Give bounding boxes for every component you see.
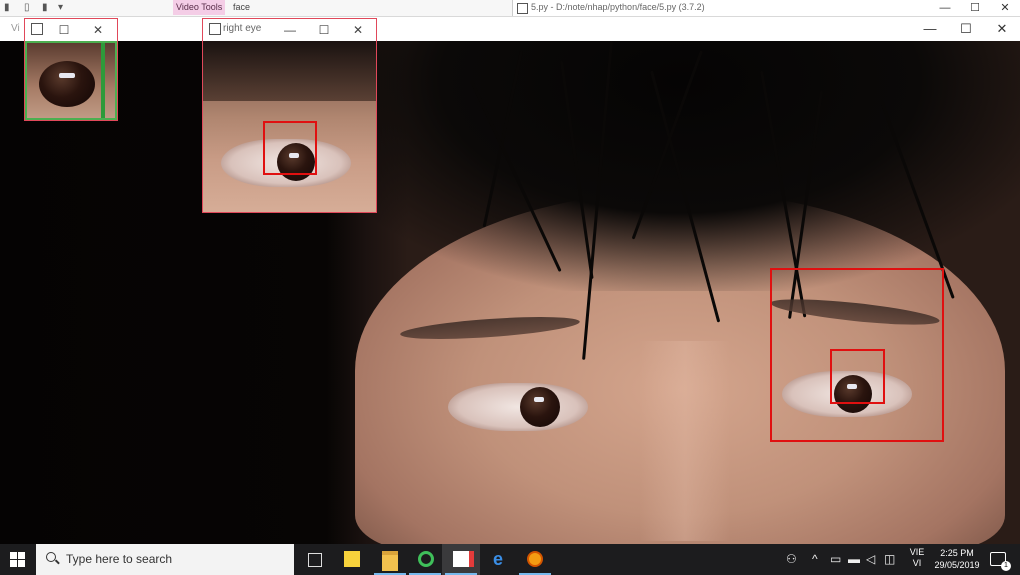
folder-icon[interactable]: ▮ xyxy=(4,2,10,13)
properties-icon[interactable]: ▯ xyxy=(24,2,30,13)
right-eye-window[interactable]: right eye — ☐ ✕ xyxy=(202,18,377,213)
orange-app-icon[interactable] xyxy=(516,544,554,575)
left-eye xyxy=(448,383,588,431)
ribbon-tab-face[interactable]: face xyxy=(233,0,250,15)
eye-glint xyxy=(59,73,75,78)
minimize-button[interactable]: — xyxy=(912,19,948,39)
python-file-icon xyxy=(517,3,528,14)
start-button[interactable] xyxy=(0,544,36,575)
minimize-icon[interactable]: — xyxy=(931,0,959,16)
right-eye-window-title: right eye xyxy=(223,23,262,34)
eye-glint xyxy=(534,397,544,402)
right-eye-image xyxy=(203,41,376,212)
maximize-button[interactable]: ☐ xyxy=(51,21,77,39)
paint-glyph xyxy=(453,551,474,567)
battery-icon[interactable]: ▬ xyxy=(848,552,860,566)
maximize-button[interactable]: ☐ xyxy=(311,21,337,39)
python-idle-window-titlebar[interactable]: 5.py - D:/note/nhap/python/face/5.py (3.… xyxy=(512,0,1020,16)
task-view-icon[interactable] xyxy=(295,544,333,575)
python-window-title: 5.py - D:/note/nhap/python/face/5.py (3.… xyxy=(531,2,705,12)
file-explorer-icon[interactable] xyxy=(371,544,409,575)
edge-icon[interactable]: e xyxy=(479,544,517,575)
input-language-code: VIE xyxy=(909,547,925,557)
green-app-icon[interactable] xyxy=(406,544,444,575)
face-photo xyxy=(0,41,1020,544)
windows-logo-icon-part xyxy=(18,552,25,559)
eyebrow-hair xyxy=(203,41,376,101)
pupil-detection-box xyxy=(263,121,317,175)
left-iris xyxy=(520,387,560,427)
taskbar: Type here to search e ⚇ ^ ▭ ▬ ◁ ◫ VIE VI… xyxy=(0,544,1020,575)
maximize-button[interactable]: ☐ xyxy=(948,19,984,39)
taskbar-search-box[interactable]: Type here to search xyxy=(36,544,294,575)
window-icon xyxy=(31,23,43,35)
maximize-icon[interactable]: ☐ xyxy=(961,0,989,16)
orange-app-glyph xyxy=(527,551,543,567)
close-button[interactable]: ✕ xyxy=(345,21,371,39)
windows-logo-icon-part xyxy=(10,560,17,567)
minimize-button[interactable]: — xyxy=(277,21,303,39)
people-icon[interactable]: ⚇ xyxy=(786,552,797,566)
close-button[interactable]: ✕ xyxy=(85,21,111,39)
detection-line xyxy=(101,43,105,118)
background-windows-strip: ▮ ▯ ▮ ▾ Video Tools face 5.py - D:/note/… xyxy=(0,0,1020,17)
network-icon[interactable]: ◫ xyxy=(884,552,895,566)
clock-date: 29/05/2019 xyxy=(934,560,980,570)
volume-icon[interactable]: ◁ xyxy=(866,552,875,566)
face-window[interactable]: — ☐ ✕ xyxy=(0,17,1020,544)
taskbar-clock[interactable]: 2:25 PM 29/05/2019 xyxy=(932,547,982,571)
right-eye-window-titlebar[interactable]: right eye — ☐ ✕ xyxy=(203,19,376,41)
eye-closeup-iris xyxy=(39,61,95,107)
clock-time: 2:25 PM xyxy=(940,548,974,558)
windows-logo-icon-part xyxy=(18,560,25,567)
face-window-titlebar[interactable]: — ☐ ✕ xyxy=(0,17,1020,42)
view-window-titlebar[interactable]: Vi ☐ ✕ xyxy=(11,19,117,41)
task-view-glyph xyxy=(308,553,322,567)
paint-icon[interactable] xyxy=(442,544,480,575)
chevron-down-icon[interactable]: ▾ xyxy=(58,2,63,13)
input-language[interactable]: VIE VI xyxy=(908,547,926,569)
notification-count: 1 xyxy=(1001,561,1011,571)
close-icon[interactable]: ✕ xyxy=(991,0,1019,16)
search-icon xyxy=(46,552,56,562)
nose xyxy=(640,341,730,541)
chevron-up-icon[interactable]: ^ xyxy=(812,552,818,566)
view-window[interactable]: Vi ☐ ✕ xyxy=(11,18,118,121)
action-center-icon[interactable]: 1 xyxy=(990,552,1011,571)
windows-logo-icon xyxy=(10,552,17,559)
new-folder-icon[interactable]: ▮ xyxy=(42,2,48,13)
sticky-notes-icon[interactable] xyxy=(333,544,371,575)
display-icon[interactable]: ▭ xyxy=(830,552,841,566)
search-placeholder: Type here to search xyxy=(66,552,173,566)
view-window-image xyxy=(25,41,117,120)
view-window-title: Vi xyxy=(11,23,20,34)
file-explorer-glyph xyxy=(382,551,398,571)
window-icon xyxy=(209,23,221,35)
ribbon-tab-video-tools[interactable]: Video Tools xyxy=(173,0,226,15)
sticky-notes-glyph xyxy=(344,551,360,567)
input-language-sub: VI xyxy=(912,558,922,568)
green-app-glyph xyxy=(418,551,434,567)
pupil-detection-box xyxy=(830,349,885,404)
edge-glyph: e xyxy=(492,549,503,569)
close-button[interactable]: ✕ xyxy=(984,19,1020,39)
